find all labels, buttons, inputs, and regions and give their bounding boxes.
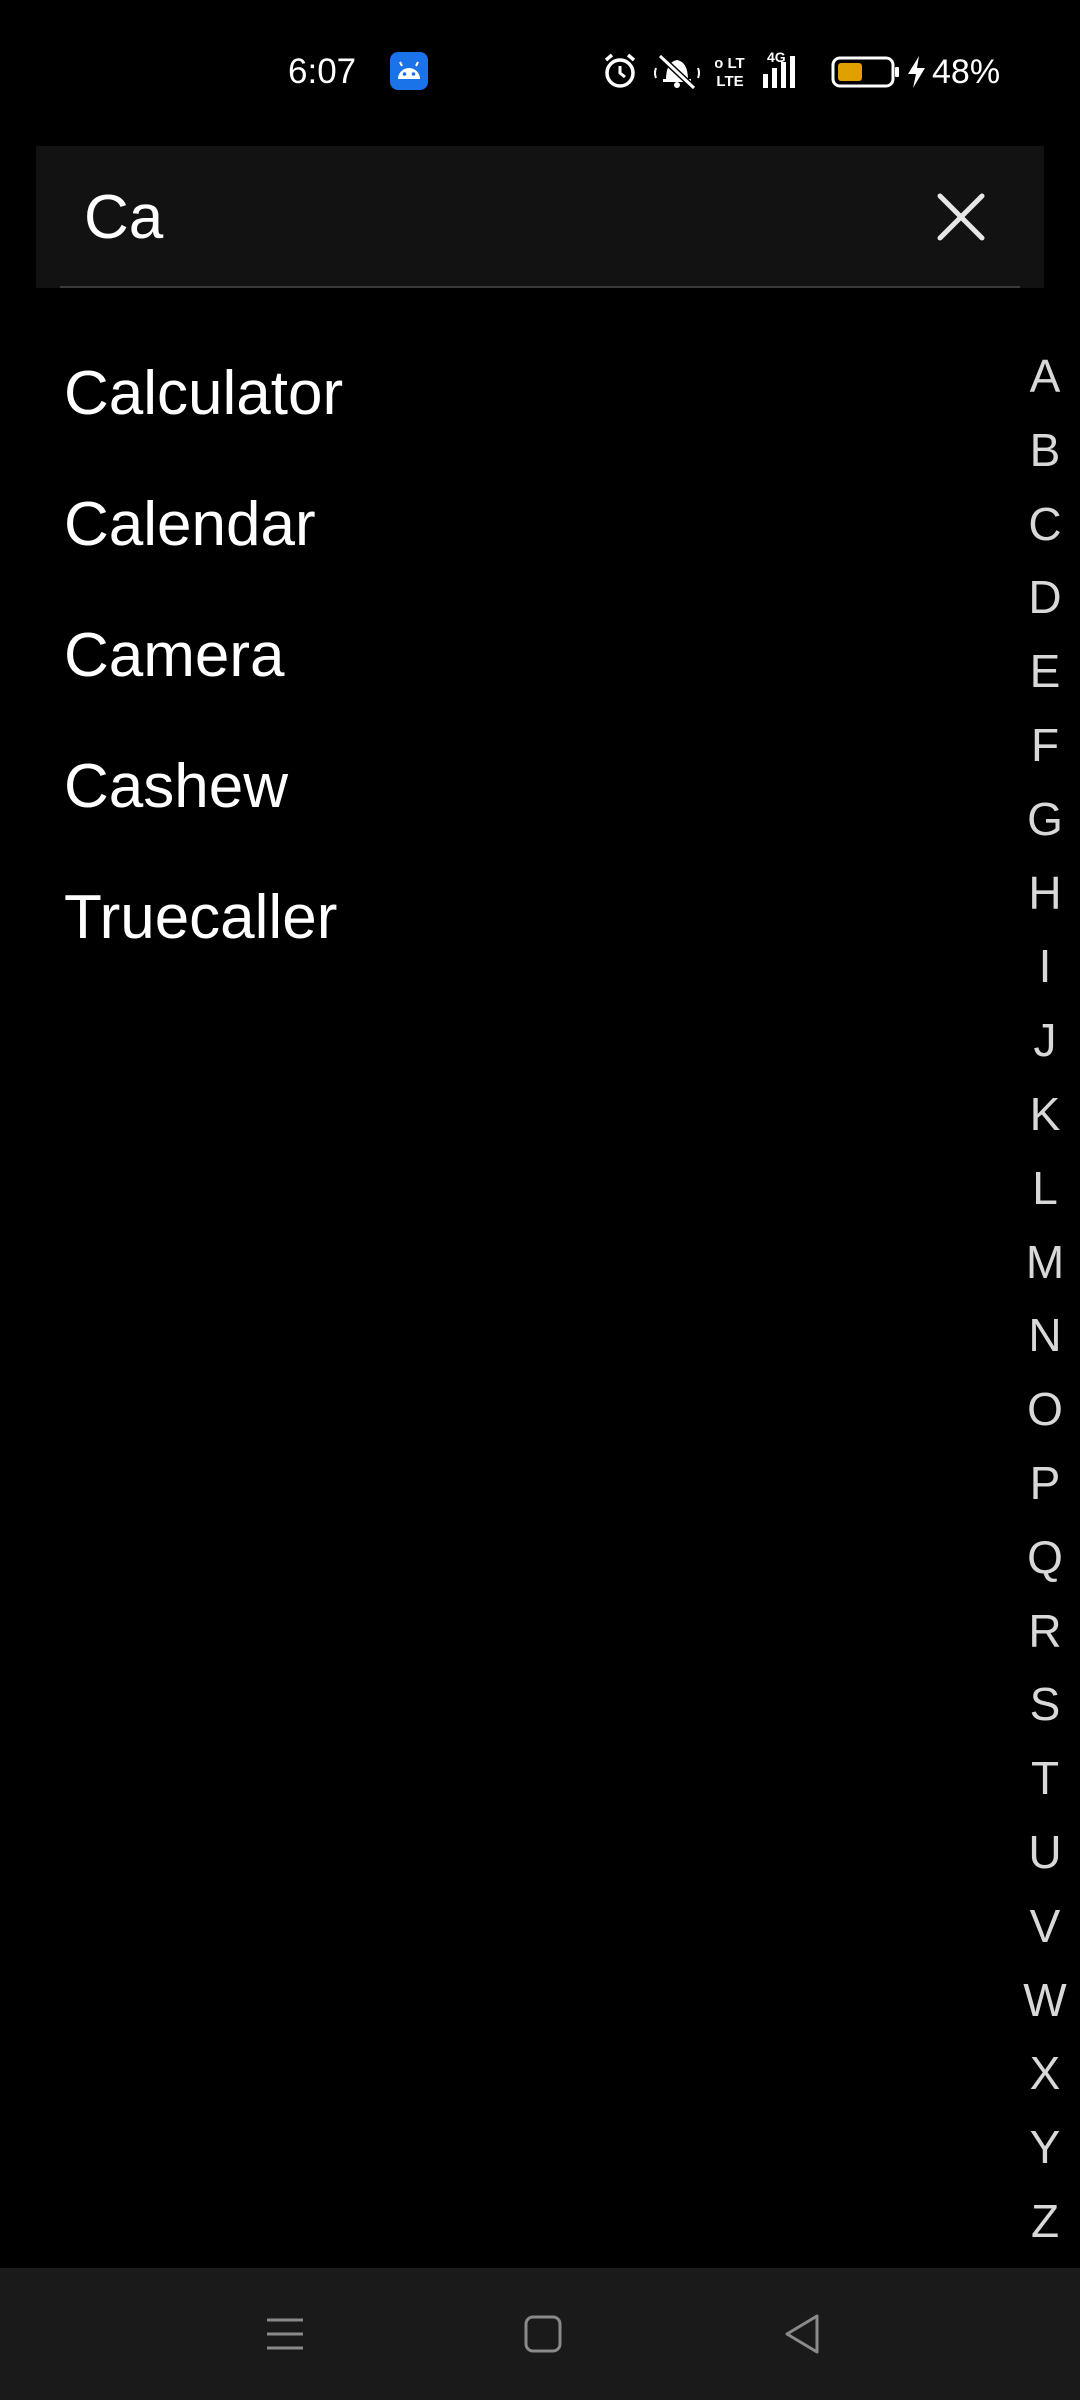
index-letter[interactable]: E (1010, 641, 1080, 715)
search-underline (60, 286, 1020, 288)
index-letter[interactable]: I (1010, 936, 1080, 1010)
android-app-icon (390, 52, 428, 90)
clear-search-button[interactable] (926, 182, 996, 252)
index-letter[interactable]: Z (1010, 2191, 1080, 2265)
index-letter[interactable]: O (1010, 1379, 1080, 1453)
index-letter[interactable]: D (1010, 567, 1080, 641)
alarm-icon (600, 48, 640, 94)
index-letter[interactable]: V (1010, 1896, 1080, 1970)
home-icon (524, 2315, 562, 2353)
index-letter[interactable]: W (1010, 1970, 1080, 2044)
search-bar[interactable]: Ca (36, 146, 1044, 288)
close-icon (937, 193, 985, 241)
index-letter[interactable]: L (1010, 1158, 1080, 1232)
svg-text:LTE: LTE (716, 73, 743, 90)
result-item[interactable]: Truecaller (64, 872, 964, 1003)
battery-percent: 48% (932, 53, 1001, 91)
navigation-bar (0, 2268, 1080, 2400)
index-letter[interactable]: Q (1010, 1527, 1080, 1601)
index-letter[interactable]: P (1010, 1453, 1080, 1527)
index-letter[interactable]: C (1010, 494, 1080, 568)
index-letter[interactable]: S (1010, 1674, 1080, 1748)
menu-icon (267, 2318, 303, 2350)
back-button[interactable] (773, 2308, 833, 2360)
4g-signal-icon: 4G (755, 48, 817, 94)
battery-icon (830, 48, 902, 94)
alphabet-index[interactable]: A B C D E F G H I J K L M N O P Q R S T … (1010, 346, 1080, 2265)
result-item[interactable]: Camera (64, 610, 964, 741)
search-results-list: Calculator Calendar Camera Cashew Trueca… (64, 348, 964, 1003)
result-item[interactable]: Calculator (64, 348, 964, 479)
menu-button[interactable] (255, 2308, 315, 2360)
index-letter[interactable]: J (1010, 1010, 1080, 1084)
volte-icon: Vo LTE LTE (705, 48, 754, 94)
home-button[interactable] (513, 2308, 573, 2360)
index-letter[interactable]: G (1010, 789, 1080, 863)
index-letter[interactable]: M (1010, 1232, 1080, 1306)
result-item[interactable]: Cashew (64, 741, 964, 872)
index-letter[interactable]: K (1010, 1084, 1080, 1158)
status-bar: 6:07 o LT LTE 4G 48% (0, 0, 1080, 140)
status-time: 6:07 (288, 52, 357, 91)
index-letter[interactable]: U (1010, 1822, 1080, 1896)
index-letter[interactable]: F (1010, 715, 1080, 789)
index-letter[interactable]: H (1010, 863, 1080, 937)
silent-bell-icon (652, 48, 702, 94)
charging-icon (904, 48, 928, 94)
index-letter[interactable]: R (1010, 1601, 1080, 1675)
back-icon (785, 2314, 819, 2354)
index-letter[interactable]: N (1010, 1305, 1080, 1379)
index-letter[interactable]: Y (1010, 2117, 1080, 2191)
result-item[interactable]: Calendar (64, 479, 964, 610)
index-letter[interactable]: A (1010, 346, 1080, 420)
index-letter[interactable]: T (1010, 1748, 1080, 1822)
index-letter[interactable]: X (1010, 2043, 1080, 2117)
svg-text:Vo LTE: Vo LTE (715, 55, 745, 72)
index-letter[interactable]: B (1010, 420, 1080, 494)
search-input[interactable]: Ca (84, 182, 163, 254)
